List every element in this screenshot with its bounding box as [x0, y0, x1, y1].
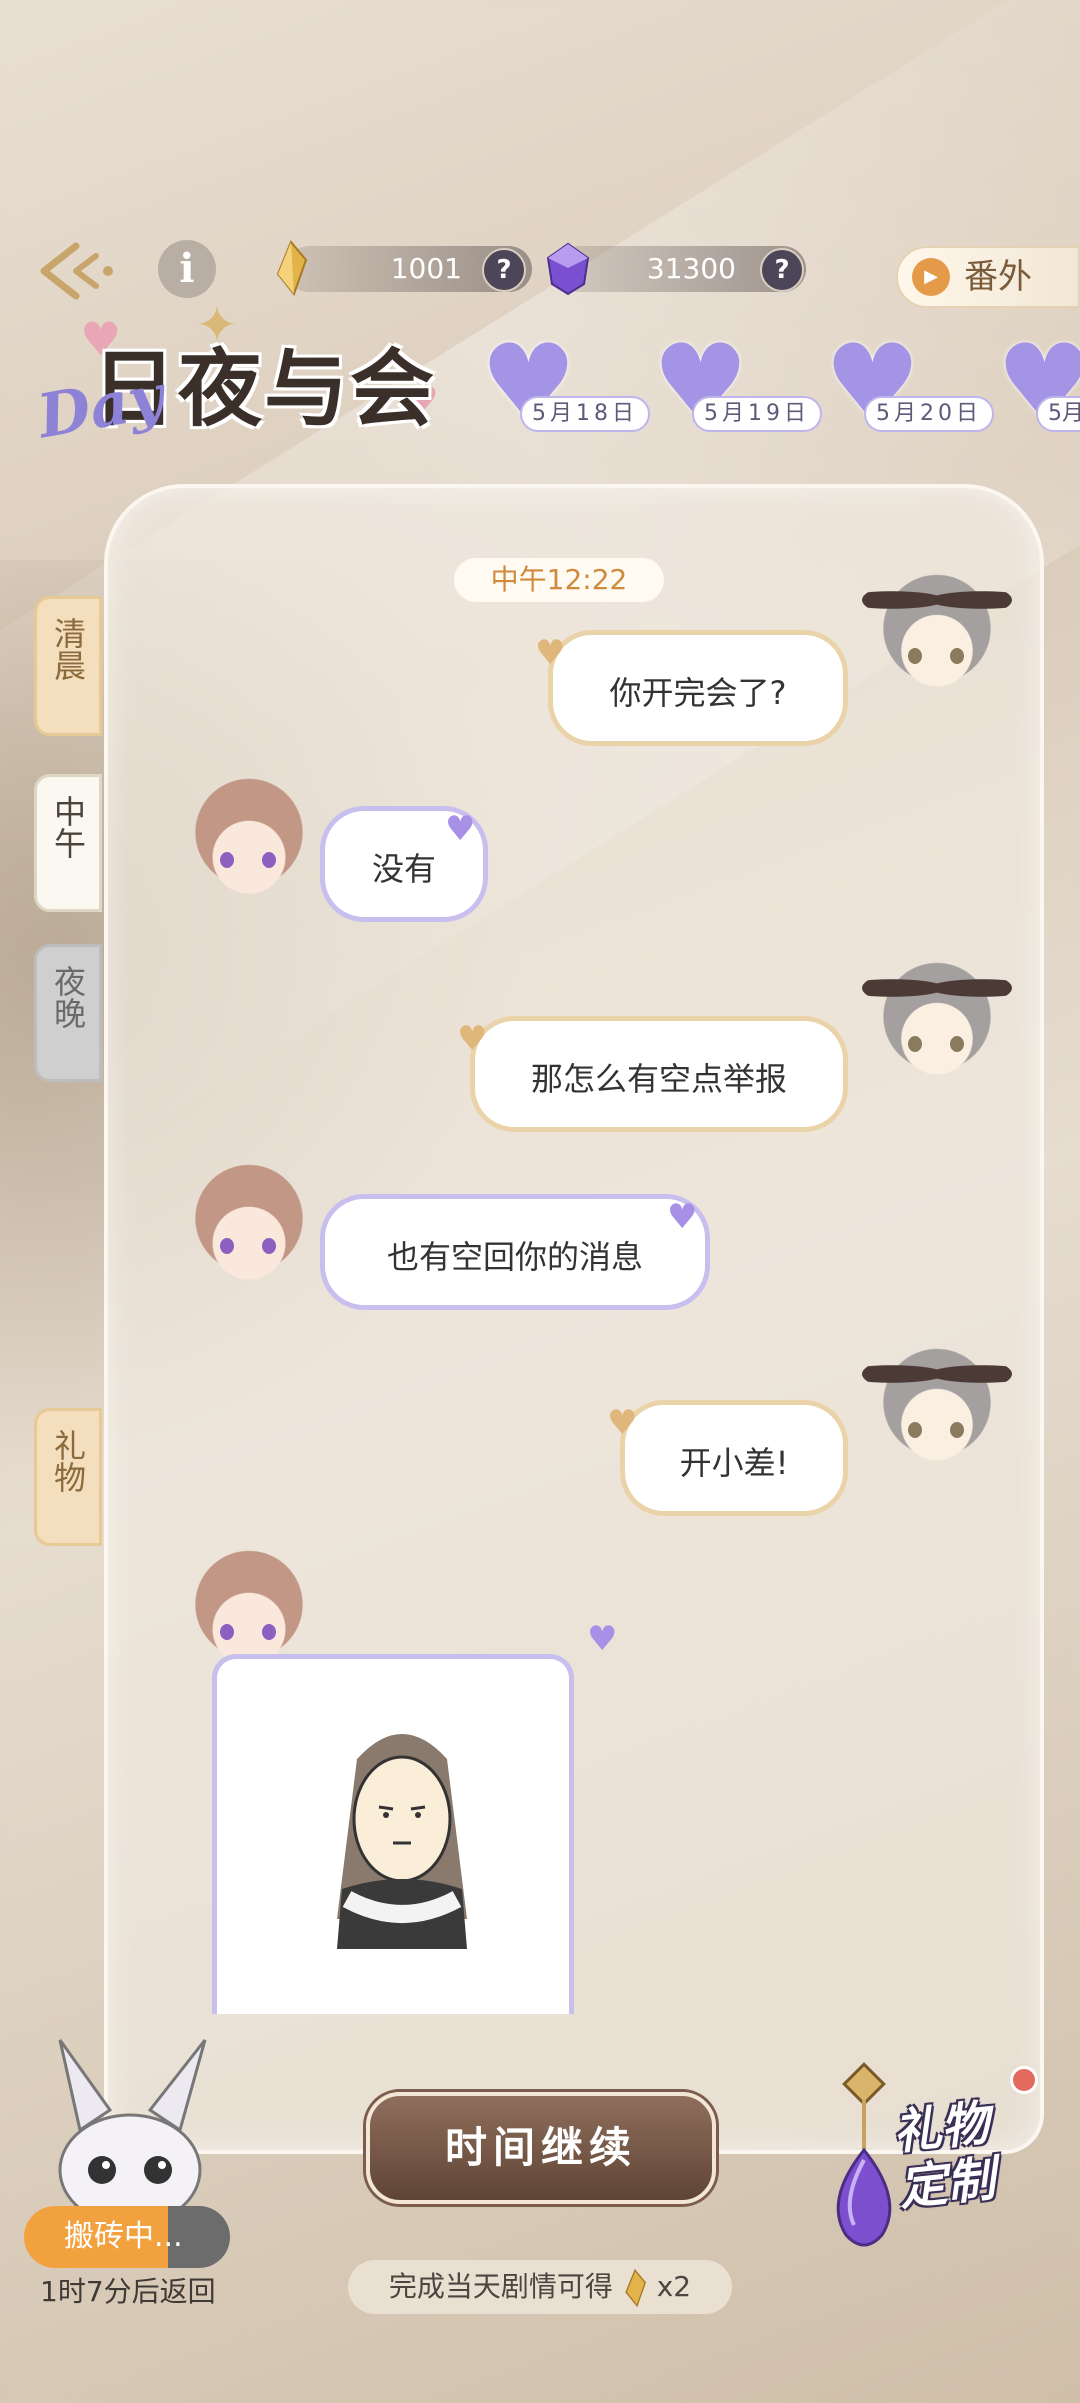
- eye: [262, 1238, 276, 1254]
- tab-gift[interactable]: 礼物: [34, 1408, 102, 1546]
- tab-morning-label: 清晨: [49, 617, 87, 681]
- message-text: 开小差!: [679, 1444, 789, 1482]
- heart-icon: ♥: [667, 1197, 698, 1237]
- heart-icon: ♥: [445, 809, 476, 849]
- tab-noon[interactable]: 中午: [34, 774, 102, 912]
- reward-prefix: 完成当天剧情可得: [388, 2270, 613, 2303]
- heart-icon: ♥: [457, 1019, 488, 1059]
- gift-custom-line2: 定制: [896, 2150, 998, 2217]
- eye: [262, 1624, 276, 1640]
- message-bubble: ♥ 也有空回你的消息: [320, 1194, 710, 1310]
- heart-icon: ♥: [607, 1403, 638, 1443]
- tab-noon-label: 中午: [49, 795, 87, 859]
- message-text: 也有空回你的消息: [386, 1238, 643, 1276]
- eye: [908, 1036, 922, 1052]
- avatar-him[interactable]: [184, 1160, 314, 1290]
- avatar-her[interactable]: [862, 958, 1012, 1088]
- date-tab-4[interactable]: ♥ 5月: [996, 340, 1080, 440]
- message-text: 你开完会了?: [609, 674, 787, 712]
- continue-button[interactable]: 时间继续: [366, 2092, 716, 2204]
- eye: [220, 1624, 234, 1640]
- avatar-her[interactable]: [862, 570, 1012, 700]
- sticker-image: [337, 1734, 467, 1949]
- eye: [220, 852, 234, 868]
- bunny-mascot-icon: [58, 2039, 207, 2227]
- message-bubble: ♥ 你开完会了?: [535, 630, 848, 746]
- date-label: 5月19日: [692, 396, 822, 432]
- eye: [220, 1238, 234, 1254]
- purple-gem-icon: [546, 242, 590, 296]
- gift-custom-label: 礼物 定制: [890, 2095, 997, 2216]
- gold-help-button[interactable]: ?: [482, 248, 526, 292]
- play-icon: ▶: [912, 258, 950, 296]
- status-return-time: 1时7分后返回: [40, 2275, 216, 2308]
- eye: [950, 1422, 964, 1438]
- extra-story-label: 番外: [964, 257, 1032, 297]
- back-arrow-icon: [40, 242, 113, 300]
- gift-custom-line1: 礼物: [890, 2095, 992, 2162]
- status-badge[interactable]: 搬砖中...: [24, 2206, 230, 2268]
- date-label: 5月20日: [864, 396, 994, 432]
- notification-dot: [1010, 2066, 1038, 2094]
- eye: [950, 648, 964, 664]
- heart-icon: ♥: [535, 633, 566, 673]
- message-text: 那怎么有空点举报: [530, 1060, 787, 1098]
- sticker-message[interactable]: ♥: [212, 1619, 617, 2014]
- back-button[interactable]: [36, 236, 116, 306]
- avatar-her[interactable]: [862, 1344, 1012, 1474]
- tab-gift-label: 礼物: [49, 1429, 87, 1493]
- message-text: 没有: [371, 850, 436, 888]
- message-bubble: ♥ 那怎么有空点举报: [457, 1016, 848, 1132]
- tab-night-label: 夜晚: [49, 965, 87, 1029]
- status-label: 搬砖中...: [64, 2219, 183, 2254]
- reward-suffix: x2: [656, 2270, 692, 2303]
- tab-morning[interactable]: 清晨: [34, 596, 102, 736]
- eye: [908, 1422, 922, 1438]
- eye: [908, 648, 922, 664]
- date-label: 5月: [1036, 396, 1080, 432]
- gold-amount: 1001: [390, 252, 462, 285]
- tab-night[interactable]: 夜晚: [34, 944, 102, 1082]
- gold-crystal-icon: [625, 2268, 646, 2308]
- info-icon: i: [179, 245, 195, 292]
- date-tab-3[interactable]: ♥ 5月20日: [824, 331, 994, 440]
- date-tab-2[interactable]: ♥ 5月19日: [652, 331, 822, 440]
- extra-story-button[interactable]: ▶ 番外: [896, 246, 1080, 308]
- eye: [950, 1036, 964, 1052]
- eye: [262, 852, 276, 868]
- avatar-him[interactable]: [184, 774, 314, 904]
- info-button[interactable]: i: [158, 240, 216, 298]
- reward-hint: 完成当天剧情可得 x2: [348, 2260, 732, 2314]
- date-label: 5月18日: [520, 396, 650, 432]
- gold-crystal-icon: [276, 240, 308, 296]
- message-bubble: ♥ 没有: [320, 806, 488, 922]
- gem-help-button[interactable]: ?: [760, 248, 804, 292]
- message-bubble: ♥ 开小差!: [607, 1400, 848, 1516]
- gem-amount: 31300: [646, 252, 736, 285]
- heart-icon: ♥: [587, 1619, 618, 1659]
- date-tab-1[interactable]: ♥ 5月18日: [480, 331, 650, 440]
